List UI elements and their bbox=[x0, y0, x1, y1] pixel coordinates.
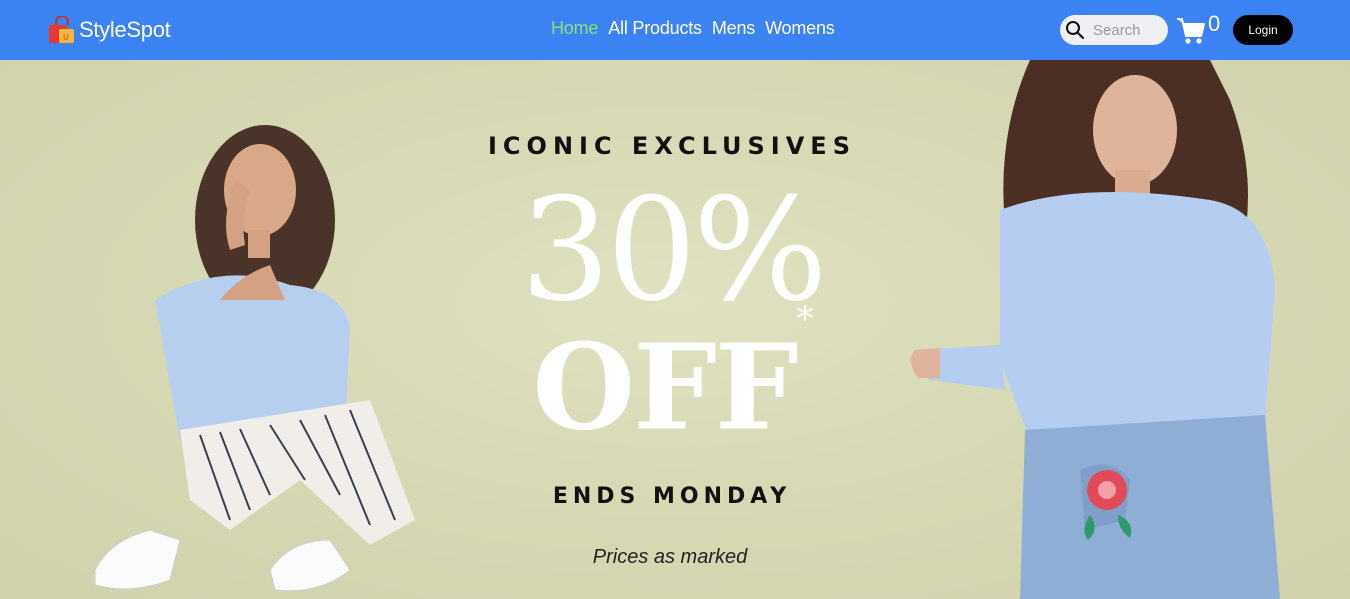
shopping-bag-icon: U bbox=[49, 16, 74, 43]
cart-icon bbox=[1177, 18, 1205, 44]
hero-eyebrow: ICONIC EXCLUSIVES bbox=[488, 132, 856, 160]
search-input[interactable] bbox=[1093, 21, 1163, 39]
cart-button[interactable]: 0 bbox=[1176, 12, 1220, 46]
nav-link-womens[interactable]: Womens bbox=[765, 18, 835, 39]
hero-banner[interactable]: ICONIC EXCLUSIVES 30% OFF* ENDS MONDAY P… bbox=[0, 60, 1350, 599]
hero-off-text: OFF bbox=[532, 317, 798, 457]
navbar: U StyleSpot Home All Products Mens Women… bbox=[0, 0, 1350, 60]
hero-asterisk: * bbox=[796, 299, 814, 339]
nav-link-mens[interactable]: Mens bbox=[712, 18, 755, 39]
hero-off: OFF* bbox=[0, 299, 1344, 449]
hero-discount: 30% bbox=[520, 168, 828, 333]
hero-note: Prices as marked bbox=[592, 546, 748, 568]
nav-link-home[interactable]: Home bbox=[551, 18, 598, 39]
search-icon[interactable] bbox=[1065, 20, 1085, 40]
hero-ends: ENDS MONDAY bbox=[552, 484, 792, 509]
brand[interactable]: U StyleSpot bbox=[48, 16, 171, 44]
search-box[interactable] bbox=[1060, 15, 1168, 45]
cart-count: 0 bbox=[1208, 11, 1221, 36]
nav-link-all-products[interactable]: All Products bbox=[608, 18, 702, 39]
brand-name: StyleSpot bbox=[79, 17, 171, 42]
main-nav: Home All Products Mens Womens bbox=[551, 18, 835, 39]
svg-text:U: U bbox=[63, 33, 69, 42]
login-button[interactable]: Login bbox=[1233, 15, 1293, 45]
